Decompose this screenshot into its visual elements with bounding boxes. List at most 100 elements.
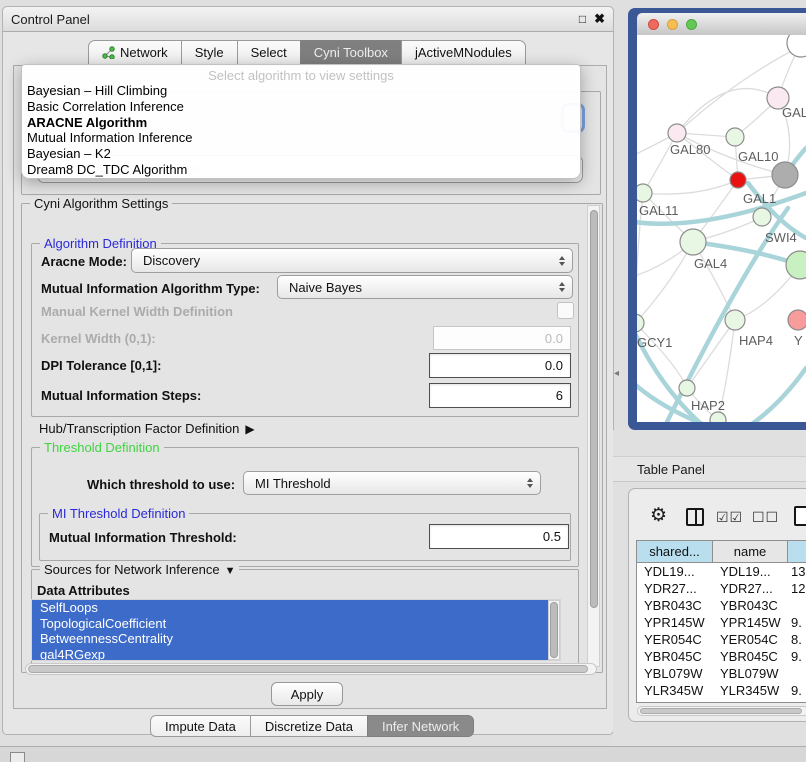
apply-button[interactable]: Apply bbox=[271, 682, 343, 706]
network-edge[interactable] bbox=[743, 368, 806, 422]
table-cell: YIL052C bbox=[713, 699, 788, 703]
dpi-tolerance-input[interactable]: 0.0 bbox=[429, 353, 571, 378]
table-cell: YBR043C bbox=[713, 597, 788, 614]
column-header[interactable]: name bbox=[713, 541, 788, 562]
which-threshold-combo[interactable]: MI Threshold bbox=[243, 471, 541, 495]
algorithm-option[interactable]: Mutual Information Inference bbox=[22, 130, 580, 146]
collapse-arrow-icon[interactable]: ▼ bbox=[225, 565, 236, 577]
column-header[interactable]: shared... bbox=[637, 541, 713, 562]
attribute-item[interactable]: gal4RGexp bbox=[32, 647, 554, 662]
network-node-label: GCY1 bbox=[637, 335, 672, 350]
expand-arrow-icon[interactable]: ▶ bbox=[245, 422, 254, 436]
manual-kernel-checkbox[interactable] bbox=[557, 302, 574, 319]
checked-boxes-icon[interactable]: ☑☑ bbox=[716, 509, 743, 526]
attributes-scrollbar[interactable] bbox=[548, 600, 560, 660]
tab-discretize-data[interactable]: Discretize Data bbox=[250, 715, 368, 737]
table-row[interactable]: YER054CYER054C8. bbox=[637, 631, 806, 648]
hub-definition-toggle[interactable]: Hub/Transcription Factor Definition▶ bbox=[39, 421, 255, 436]
network-node[interactable] bbox=[772, 162, 798, 188]
algorithm-dropdown: Select algorithm to view settings Bayesi… bbox=[21, 64, 581, 179]
algorithm-option[interactable]: Basic Correlation Inference bbox=[22, 99, 580, 115]
gear-icon[interactable]: ⚙ bbox=[650, 504, 667, 527]
column-header[interactable] bbox=[788, 541, 806, 562]
sources-group-title[interactable]: Sources for Network Inference▼ bbox=[40, 562, 239, 577]
tab-network[interactable]: Network bbox=[88, 40, 182, 65]
network-node[interactable] bbox=[730, 172, 746, 188]
network-node[interactable] bbox=[787, 35, 806, 57]
unchecked-boxes-icon[interactable]: ☐☐ bbox=[752, 509, 779, 526]
table-row[interactable]: YDL19...YDL19...13 bbox=[637, 563, 806, 580]
mi-threshold-input[interactable]: 0.5 bbox=[429, 524, 569, 549]
network-node[interactable] bbox=[679, 380, 695, 396]
attribute-item[interactable]: SelfLoops bbox=[32, 600, 554, 616]
settings-vertical-scrollbar[interactable] bbox=[587, 205, 600, 667]
tab-impute-data[interactable]: Impute Data bbox=[150, 715, 251, 737]
kernel-width-label: Kernel Width (0,1): bbox=[41, 331, 156, 346]
kernel-width-input[interactable]: 0.0 bbox=[433, 326, 571, 350]
table-cell: 13 bbox=[788, 563, 806, 580]
algorithm-dropdown-placeholder: Select algorithm to view settings bbox=[22, 65, 580, 83]
table-cell: 9 bbox=[788, 699, 806, 703]
network-node-label: Y bbox=[794, 333, 803, 348]
table-row[interactable]: YLR345WYLR345W9. bbox=[637, 682, 806, 699]
table-horizontal-scrollbar[interactable] bbox=[637, 706, 806, 716]
table-cell: YIL052C bbox=[637, 699, 713, 703]
network-edge[interactable] bbox=[677, 89, 778, 133]
panel-toggle-icon[interactable] bbox=[10, 752, 25, 762]
table-header-row: shared...name bbox=[637, 541, 806, 563]
close-icon[interactable]: ✖ bbox=[594, 11, 605, 27]
traffic-close-icon[interactable] bbox=[648, 19, 659, 30]
control-panel-titlebar[interactable]: Control Panel □ ✖ bbox=[3, 7, 613, 32]
traffic-zoom-icon[interactable] bbox=[686, 19, 697, 30]
status-strip bbox=[0, 746, 806, 762]
network-canvas[interactable]: GALGAL80GAL10GAL1GAL11SWI4GAL4GCY1HAP4YH… bbox=[637, 35, 806, 422]
panel-divider-grip-icon[interactable]: ◂ bbox=[614, 368, 619, 379]
table-row[interactable]: YPR145WYPR145W9. bbox=[637, 614, 806, 631]
network-edge[interactable] bbox=[637, 242, 693, 323]
tab-style[interactable]: Style bbox=[181, 40, 238, 65]
network-node[interactable] bbox=[788, 310, 806, 330]
mi-steps-input[interactable]: 6 bbox=[429, 383, 571, 408]
network-node[interactable] bbox=[786, 251, 806, 279]
network-node[interactable] bbox=[753, 208, 771, 226]
algorithm-option[interactable]: Dream8 DC_TDC Algorithm bbox=[22, 162, 580, 178]
network-node[interactable] bbox=[726, 128, 744, 146]
attribute-item[interactable]: BetweennessCentrality bbox=[32, 631, 554, 647]
network-node[interactable] bbox=[637, 314, 644, 332]
tab-infer-network[interactable]: Infer Network bbox=[367, 715, 474, 737]
algorithm-option[interactable]: ARACNE Algorithm bbox=[22, 115, 580, 131]
table-row[interactable]: YBL079WYBL079W bbox=[637, 665, 806, 682]
settings-horizontal-scrollbar[interactable] bbox=[25, 663, 597, 675]
network-node[interactable] bbox=[668, 124, 686, 142]
tab-cyni-toolbox[interactable]: Cyni Toolbox bbox=[300, 40, 402, 65]
tab-select[interactable]: Select bbox=[237, 40, 301, 65]
algorithm-option[interactable]: Bayesian – K2 bbox=[22, 146, 580, 162]
algorithm-option[interactable]: Bayesian – Hill Climbing bbox=[22, 83, 580, 99]
table-cell: YER054C bbox=[713, 631, 788, 648]
traffic-minimize-icon[interactable] bbox=[667, 19, 678, 30]
attribute-item[interactable]: TopologicalCoefficient bbox=[32, 616, 554, 632]
mi-type-combo[interactable]: Naive Bayes bbox=[277, 275, 573, 299]
network-node[interactable] bbox=[680, 229, 706, 255]
data-attributes-label: Data Attributes bbox=[37, 583, 130, 598]
network-edge[interactable] bbox=[687, 320, 735, 388]
data-attributes-list[interactable]: SelfLoopsTopologicalCoefficientBetweenne… bbox=[31, 599, 561, 661]
table-cell: YDL19... bbox=[713, 563, 788, 580]
network-node[interactable] bbox=[637, 184, 652, 202]
network-svg[interactable]: GALGAL80GAL10GAL1GAL11SWI4GAL4GCY1HAP4YH… bbox=[637, 35, 806, 422]
network-node[interactable] bbox=[725, 310, 745, 330]
table-row[interactable]: YIL052CYIL052C9 bbox=[637, 699, 806, 703]
table-row[interactable]: YBR045CYBR045C9. bbox=[637, 648, 806, 665]
new-column-icon[interactable] bbox=[794, 506, 806, 526]
mi-steps-value: 6 bbox=[556, 388, 563, 403]
table-cell: YDL19... bbox=[637, 563, 713, 580]
split-columns-icon[interactable] bbox=[686, 508, 704, 526]
tab-jactivemnodules[interactable]: jActiveMNodules bbox=[401, 40, 526, 65]
network-edge[interactable] bbox=[643, 180, 738, 194]
network-window-titlebar[interactable] bbox=[637, 13, 806, 35]
table-row[interactable]: YDR27...YDR27...12 bbox=[637, 580, 806, 597]
float-icon[interactable]: □ bbox=[579, 12, 586, 26]
aracne-mode-combo[interactable]: Discovery bbox=[131, 248, 573, 273]
table-row[interactable]: YBR043CYBR043C bbox=[637, 597, 806, 614]
network-node[interactable] bbox=[710, 412, 726, 422]
